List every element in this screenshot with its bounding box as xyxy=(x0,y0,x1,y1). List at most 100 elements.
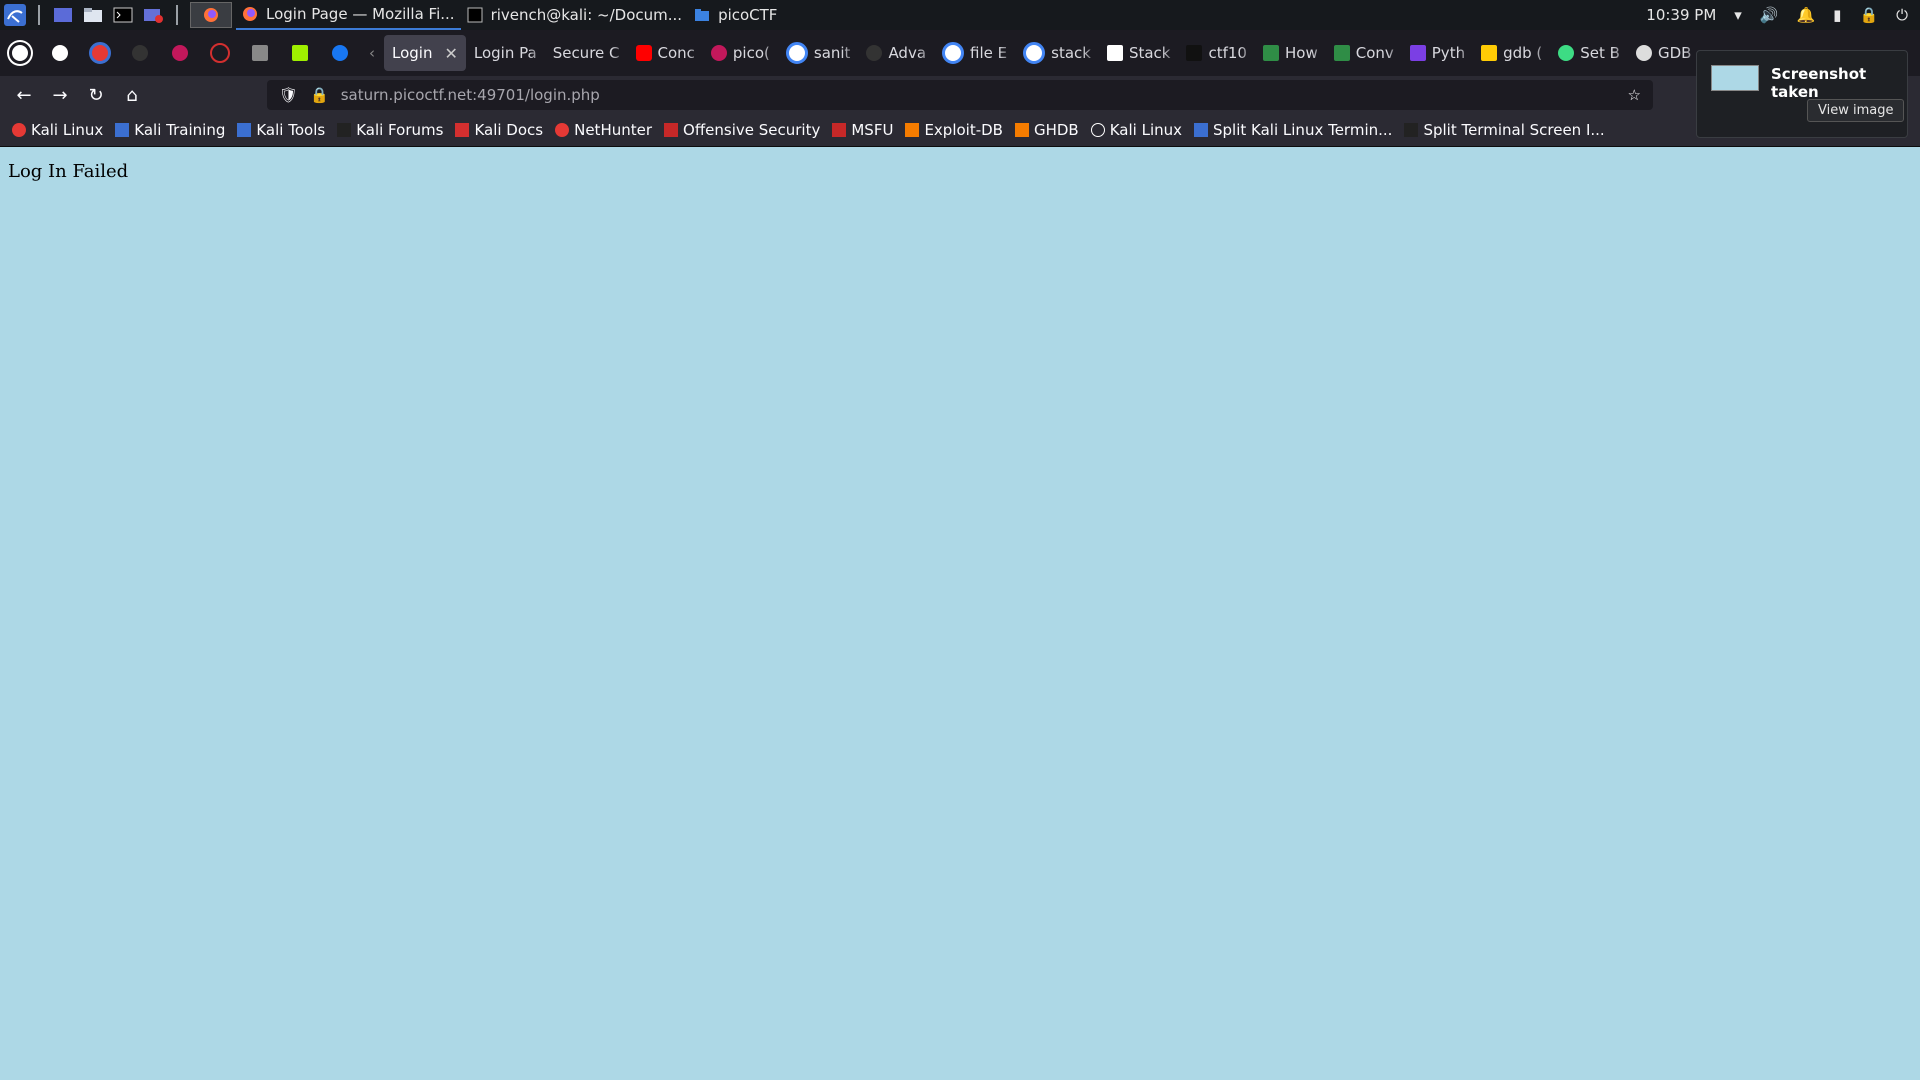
pinned-tab-cloud[interactable] xyxy=(200,30,240,76)
view-image-button[interactable]: View image xyxy=(1807,99,1905,122)
volume-icon[interactable]: 🔊 xyxy=(1760,6,1779,24)
bookmark-exploit-db[interactable]: Exploit-DB xyxy=(899,116,1009,144)
tab-label: Conv xyxy=(1355,44,1394,62)
tab-python[interactable]: Pyth xyxy=(1402,35,1473,71)
google-icon xyxy=(89,42,111,64)
ctf-icon xyxy=(1186,45,1203,61)
tab-picoctf[interactable]: pico( xyxy=(703,35,778,71)
pinned-tab-hackthebox[interactable] xyxy=(280,30,320,76)
tab-adva[interactable]: Adva xyxy=(858,35,934,71)
cloud-icon xyxy=(210,43,230,63)
pinned-tab-github[interactable] xyxy=(40,30,80,76)
tab-wikipedia[interactable]: Stack xyxy=(1099,35,1179,71)
lock-icon[interactable]: 🔒 xyxy=(310,86,329,104)
notification-title: Screenshot taken xyxy=(1771,65,1867,101)
tab-conv[interactable]: Conv xyxy=(1326,35,1402,71)
tab-label: Secure C xyxy=(552,44,620,62)
pinned-tab-kali[interactable] xyxy=(0,30,40,76)
tab-scroll-left-icon[interactable]: ‹ xyxy=(360,30,384,76)
tab-close-icon[interactable]: ✕ xyxy=(444,44,457,63)
tab-label: pico( xyxy=(732,44,770,62)
tab-ctf[interactable]: ctf10 xyxy=(1178,35,1255,71)
bookmark-split-kali[interactable]: Split Kali Linux Termin... xyxy=(1188,116,1398,144)
bookmark-kali-training[interactable]: Kali Training xyxy=(109,116,231,144)
tab-gdb[interactable]: GDB xyxy=(1628,35,1699,71)
ghdb-icon xyxy=(1014,123,1029,137)
battery-icon[interactable]: ▮ xyxy=(1833,6,1841,24)
desktop-icon[interactable] xyxy=(50,4,76,26)
tab-youtube[interactable]: Conc xyxy=(628,35,703,71)
github-icon xyxy=(52,45,68,61)
tab-label: stack xyxy=(1051,44,1091,62)
bookmark-kali-linux[interactable]: Kali Linux xyxy=(6,116,109,144)
bookmark-kali-tools[interactable]: Kali Tools xyxy=(231,116,331,144)
tab-google-file[interactable]: file E xyxy=(934,35,1015,71)
kali-menu-icon[interactable] xyxy=(2,4,28,26)
terminal-icon[interactable] xyxy=(110,4,136,26)
bookmark-ghdb[interactable]: GHDB xyxy=(1009,116,1085,144)
site-icon xyxy=(1635,45,1652,61)
taskbar-window-label: picoCTF xyxy=(718,6,778,24)
clock[interactable]: 10:39 PM xyxy=(1646,6,1716,24)
screen-recorder-icon[interactable] xyxy=(140,4,166,26)
taskbar-window-folder[interactable]: picoCTF xyxy=(688,0,783,30)
tab-label: GDB xyxy=(1657,44,1692,62)
pinned-tab-picoctf[interactable] xyxy=(160,30,200,76)
bookmark-nethunter[interactable]: NetHunter xyxy=(549,116,658,144)
pinned-tab-dark[interactable] xyxy=(120,30,160,76)
pinned-tab-chrome[interactable] xyxy=(80,30,120,76)
url-bar[interactable]: 🛡 🔒 saturn.picoctf.net:49701/login.php ☆ xyxy=(267,80,1653,110)
login-status-message: Log In Failed xyxy=(8,161,129,182)
back-icon[interactable]: ← xyxy=(6,79,42,111)
tab-how[interactable]: How xyxy=(1255,35,1326,71)
screenshot-thumbnail[interactable] xyxy=(1711,65,1759,91)
tab-set-b[interactable]: Set B xyxy=(1550,35,1628,71)
bookmark-split-terminal[interactable]: Split Terminal Screen I... xyxy=(1398,116,1610,144)
tab-secure[interactable]: Secure C xyxy=(545,35,628,71)
tab-google-sanit[interactable]: sanit xyxy=(778,35,859,71)
taskbar-window-terminal[interactable]: rivench@kali: ~/Docum... xyxy=(461,0,689,30)
taskbar-window-label: Login Page — Mozilla Fi... xyxy=(266,5,455,23)
screenshot-notification: Screenshot taken View image xyxy=(1696,50,1908,138)
google-icon xyxy=(785,42,808,64)
home-icon[interactable]: ⌂ xyxy=(114,79,150,111)
umich-icon xyxy=(1481,45,1498,61)
tab-label: Set B xyxy=(1580,44,1620,62)
wifi-icon[interactable]: ▾ xyxy=(1734,6,1742,24)
shield-icon[interactable]: 🛡 xyxy=(279,86,298,104)
bookmark-kali-forums[interactable]: Kali Forums xyxy=(331,116,449,144)
lock-icon[interactable]: 🔒 xyxy=(1859,6,1878,24)
pinned-tab-facebook[interactable] xyxy=(320,30,360,76)
bookmark-star-icon[interactable]: ☆ xyxy=(1628,86,1641,104)
bookmark-label: GHDB xyxy=(1033,121,1079,139)
tab-label: sanit xyxy=(813,44,851,62)
firefox-launcher-icon[interactable] xyxy=(190,2,232,28)
power-icon[interactable]: ⏻ xyxy=(1896,6,1908,24)
article-icon xyxy=(1404,123,1419,137)
tab-label: ctf10 xyxy=(1208,44,1247,62)
notification-bell-icon[interactable]: 🔔 xyxy=(1796,6,1815,24)
browser-nav-bar: ← → ↻ ⌂ 🛡 🔒 saturn.picoctf.net:49701/log… xyxy=(0,76,1920,114)
file-manager-icon[interactable] xyxy=(80,4,106,26)
tab-google-stack[interactable]: stack xyxy=(1015,35,1099,71)
terminal-icon xyxy=(467,7,483,23)
facebook-icon xyxy=(332,45,348,61)
tab-gdb-umich[interactable]: gdb ( xyxy=(1473,35,1550,71)
bookmark-kali-linux-2[interactable]: Kali Linux xyxy=(1085,116,1188,144)
tab-login-page[interactable]: Login Pa xyxy=(466,35,545,71)
bookmark-offensive-security[interactable]: Offensive Security xyxy=(658,116,826,144)
folder-icon xyxy=(695,9,710,21)
kali-training-icon xyxy=(115,123,130,137)
pinned-tab-tryhackme[interactable] xyxy=(240,30,280,76)
tab-label: gdb ( xyxy=(1503,44,1543,62)
reload-icon[interactable]: ↻ xyxy=(78,79,114,111)
bookmark-kali-docs[interactable]: Kali Docs xyxy=(449,116,549,144)
bookmark-msfu[interactable]: MSFU xyxy=(826,116,899,144)
tab-label: Conc xyxy=(657,44,695,62)
tab-login[interactable]: Login ✕ xyxy=(384,35,466,71)
bookmark-label: Kali Linux xyxy=(1109,121,1183,139)
url-path: :49701/login.php xyxy=(472,86,600,104)
url-text[interactable]: saturn.picoctf.net:49701/login.php xyxy=(341,86,600,104)
forward-icon[interactable]: → xyxy=(42,79,78,111)
taskbar-window-firefox[interactable]: Login Page — Mozilla Fi... xyxy=(236,0,461,30)
